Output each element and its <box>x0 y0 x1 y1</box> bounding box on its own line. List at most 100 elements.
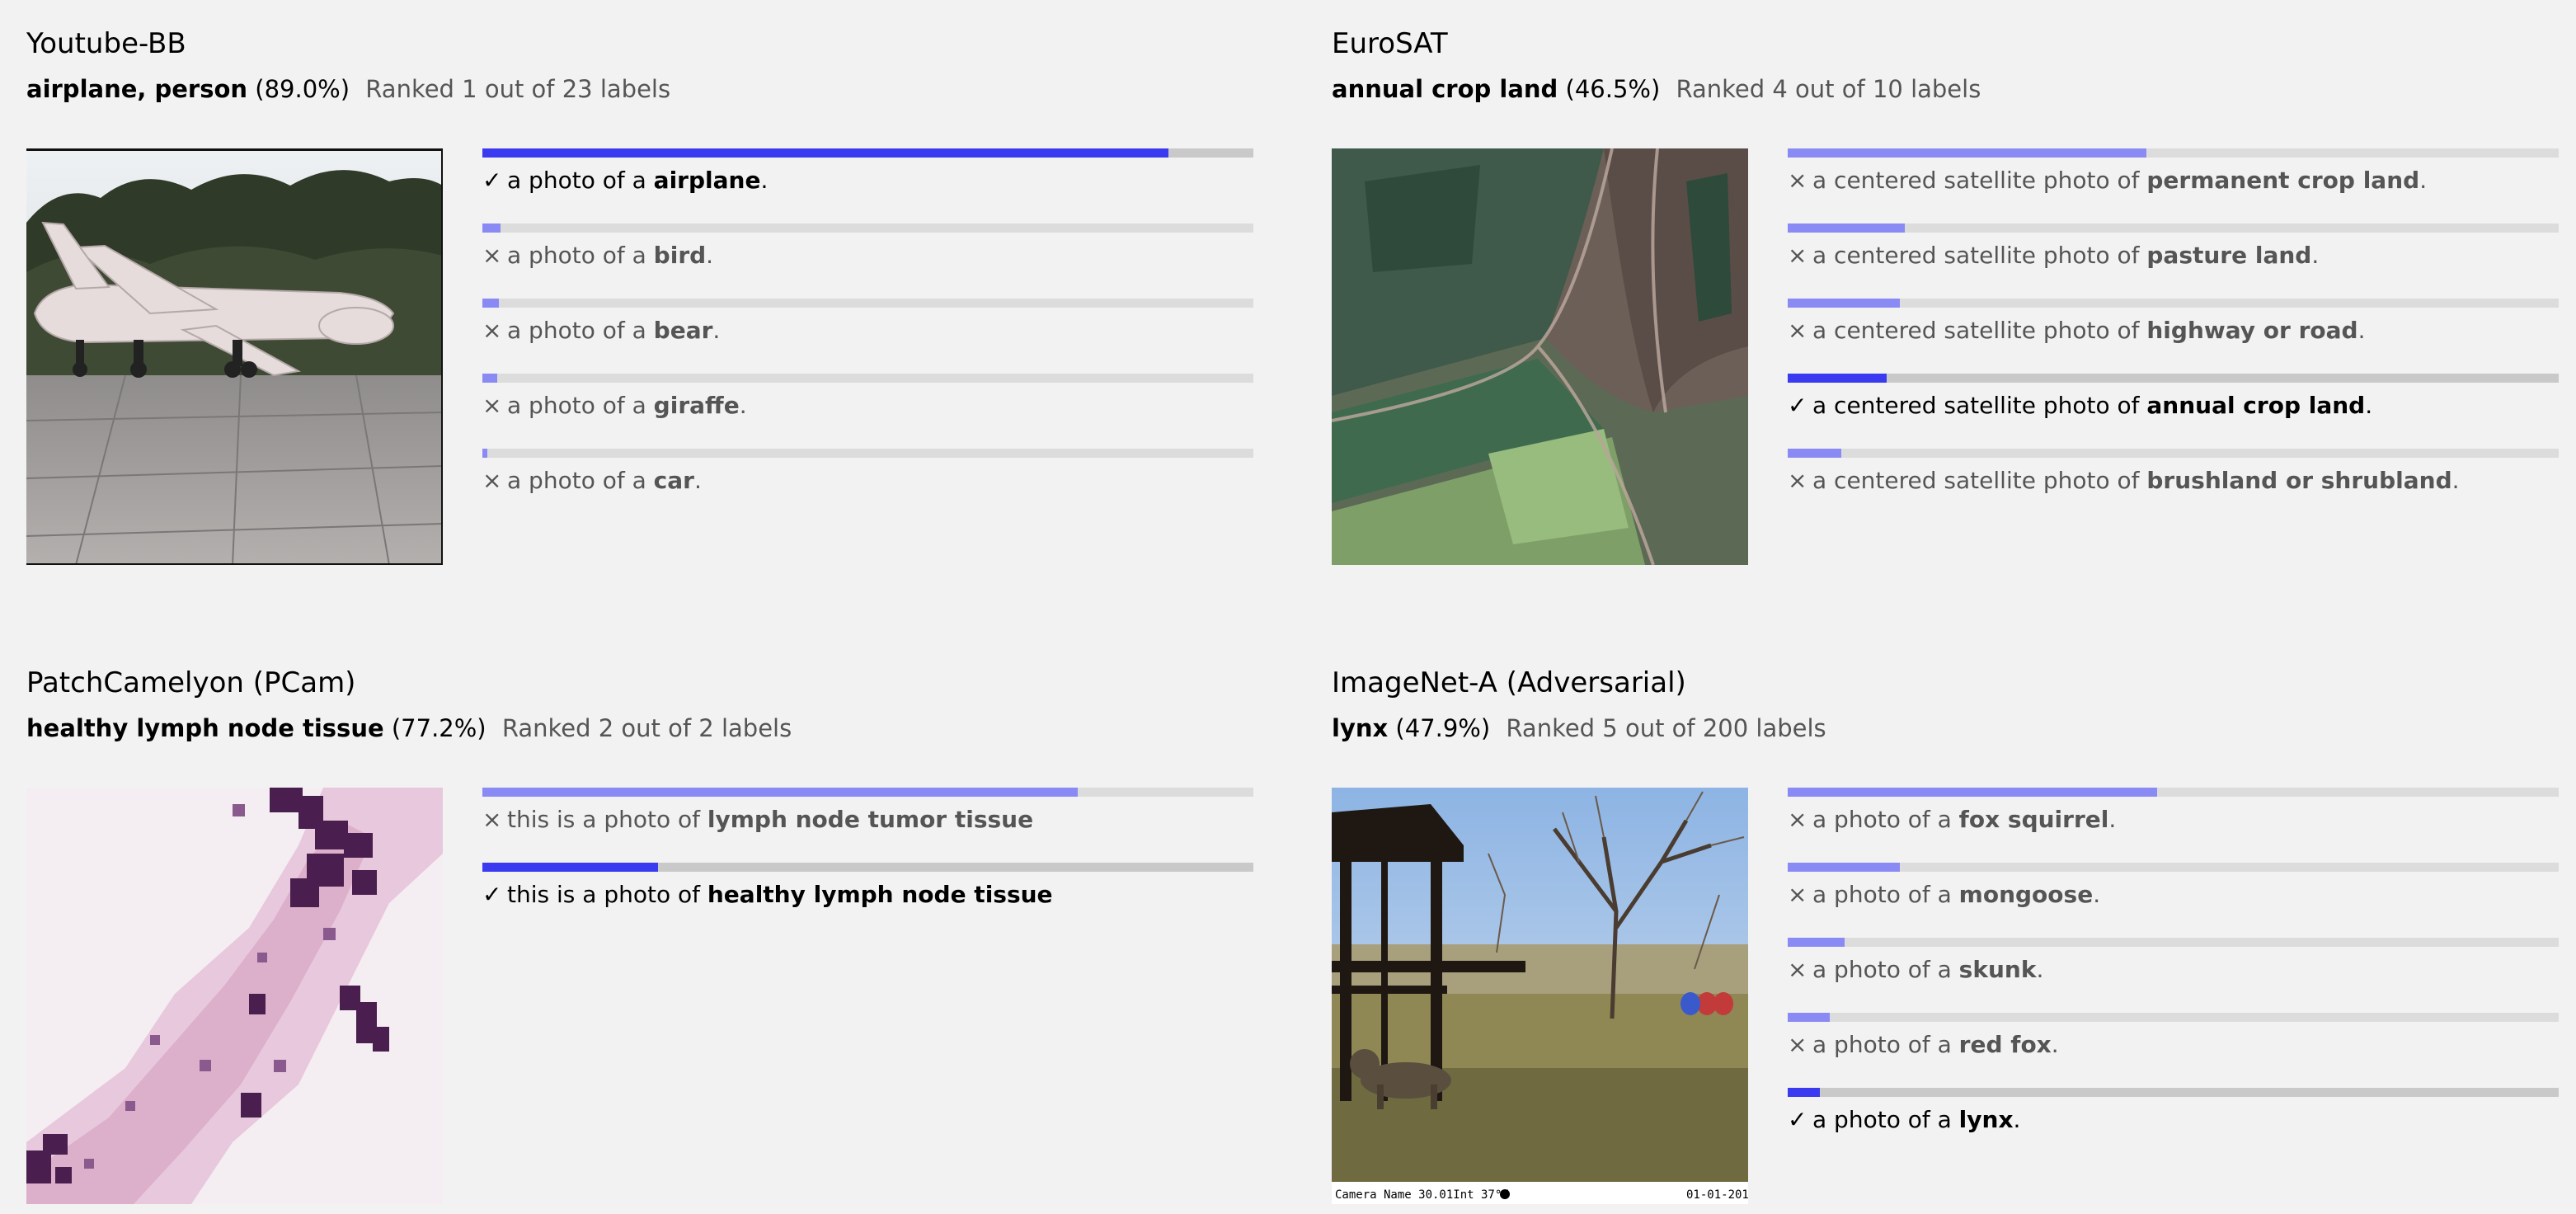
panel-title: ImageNet-A (Adversarial) <box>1332 666 1686 699</box>
camera-caption-left: Camera Name 30.01Int 37°F <box>1335 1188 1509 1202</box>
panel-patchcamelyon: PatchCamelyon (PCam) healthy lymph node … <box>26 664 1263 1214</box>
prediction-row: × a centered satellite photo of permanent… <box>1788 148 2559 214</box>
prompt-prefix: a centered satellite photo of <box>1812 242 2147 269</box>
cross-icon: × <box>1788 467 1807 494</box>
prompt-prefix: a photo of a <box>1812 881 1959 908</box>
score-bar-track <box>482 449 1253 458</box>
panel-summary: healthy lymph node tissue (77.2%) Ranked… <box>26 712 792 745</box>
prompt-suffix: . <box>2051 1031 2059 1058</box>
cross-icon: × <box>1788 956 1807 983</box>
lynx-photo: Camera Name 30.01Int 37°F 01-01-201 <box>1332 788 1748 1204</box>
prediction-row: × a photo of a bird. <box>482 224 1253 289</box>
prompt-suffix: . <box>706 242 714 269</box>
lynx-photo-art: Camera Name 30.01Int 37°F 01-01-201 <box>1332 788 1748 1204</box>
class-label: highway or road <box>2146 317 2358 344</box>
rank-text: Ranked 5 out of 200 labels <box>1506 714 1826 742</box>
prediction-row: × a photo of a car. <box>482 449 1253 515</box>
prompt-prefix: a centered satellite photo of <box>1812 392 2147 419</box>
score-bar-track <box>482 863 1253 872</box>
prompt-suffix: . <box>2013 1106 2021 1133</box>
top-answer: annual crop land <box>1332 75 1558 103</box>
class-label: giraffe <box>653 392 740 419</box>
prompt-prefix: a photo of a <box>507 242 654 269</box>
cross-icon: × <box>482 392 502 419</box>
panel-title: EuroSAT <box>1332 27 1448 60</box>
score-bar-track <box>1788 148 2559 158</box>
top-answer: airplane, person <box>26 75 248 103</box>
score-bar-track <box>1788 224 2559 233</box>
cross-icon: × <box>482 317 502 344</box>
prompt-prefix: this is a photo of <box>507 881 707 908</box>
class-label: airplane <box>653 167 761 194</box>
top-answer: healthy lymph node tissue <box>26 714 384 742</box>
score-bar-fill <box>482 224 501 233</box>
panel-imagenet-a: ImageNet-A (Adversarial) lynx (47.9%) Ra… <box>1332 664 2569 1214</box>
cross-icon: × <box>1788 317 1807 344</box>
panel-eurosat: EuroSAT annual crop land (46.5%) Ranked … <box>1332 25 2569 602</box>
rank-text: Ranked 2 out of 2 labels <box>501 714 792 742</box>
panel-title: Youtube-BB <box>26 27 186 60</box>
prompt-prefix: a centered satellite photo of <box>1812 467 2147 494</box>
class-label: pasture land <box>2146 242 2312 269</box>
prediction-row: × a photo of a fox squirrel. <box>1788 788 2559 854</box>
prompt-prefix: a photo of a <box>507 392 654 419</box>
camera-caption-right: 01-01-201 <box>1686 1188 1748 1202</box>
check-icon: ✓ <box>482 167 502 194</box>
class-label: skunk <box>1958 956 2037 983</box>
prediction-row: × a photo of a mongoose. <box>1788 863 2559 929</box>
prompt-prefix: a photo of a <box>1812 806 1959 833</box>
cross-icon: × <box>482 242 502 269</box>
score-bar-fill <box>482 374 497 383</box>
score-bar-fill <box>1788 148 2146 158</box>
score-bar-track <box>482 788 1253 797</box>
prompt-suffix: . <box>760 167 769 194</box>
prompt-prefix: a photo of a <box>1812 1031 1959 1058</box>
panel-title: PatchCamelyon (PCam) <box>26 666 356 699</box>
answer-percent: (47.9%) <box>1395 714 1491 742</box>
class-label: permanent crop land <box>2146 167 2420 194</box>
panel-summary: annual crop land (46.5%) Ranked 4 out of… <box>1332 73 1981 106</box>
score-bar-fill <box>482 299 499 308</box>
score-bar-fill <box>1788 1088 1821 1097</box>
prompt-prefix: a photo of a <box>507 167 654 194</box>
prompt-prefix: a photo of a <box>1812 1106 1959 1133</box>
cross-icon: × <box>482 467 502 494</box>
score-bar-fill <box>1788 788 2157 797</box>
prompt-suffix: . <box>2451 467 2460 494</box>
prediction-row: ✓ a photo of a airplane. <box>482 148 1253 214</box>
score-bar-fill <box>482 148 1169 158</box>
answer-percent: (89.0%) <box>255 75 350 103</box>
prediction-row: × a photo of a bear. <box>482 299 1253 365</box>
class-label: fox squirrel <box>1958 806 2109 833</box>
zero-shot-examples-grid: Youtube-BB airplane, person (89.0%) Rank… <box>0 0 2576 1214</box>
prompt-prefix: a centered satellite photo of <box>1812 317 2147 344</box>
tissue-photo-art <box>26 788 443 1204</box>
prompt-prefix: a photo of a <box>507 467 654 494</box>
score-bar-fill <box>1788 938 1845 947</box>
prompt-suffix: . <box>2036 956 2044 983</box>
rank-text: Ranked 4 out of 10 labels <box>1676 75 1981 103</box>
score-bar-track <box>1788 863 2559 872</box>
score-bar-track <box>482 148 1253 158</box>
score-bar-track <box>482 374 1253 383</box>
prompt-prefix: a photo of a <box>507 317 654 344</box>
score-bar-fill <box>1788 299 1900 308</box>
prompt-prefix: this is a photo of <box>507 806 707 833</box>
score-bar-track <box>1788 1088 2559 1097</box>
cross-icon: × <box>1788 242 1807 269</box>
score-bar-track <box>482 299 1253 308</box>
score-bar-track <box>1788 299 2559 308</box>
cross-icon: × <box>1788 806 1807 833</box>
score-bar-fill <box>1788 374 1887 383</box>
cross-icon: × <box>1788 881 1807 908</box>
class-label: lynx <box>1958 1106 2014 1133</box>
prompt-suffix: . <box>2365 392 2373 419</box>
prompt-suffix: . <box>693 467 702 494</box>
class-label: lymph node tumor tissue <box>707 806 1034 833</box>
class-label: healthy lymph node tissue <box>707 881 1053 908</box>
cross-icon: × <box>482 806 502 833</box>
answer-percent: (77.2%) <box>391 714 487 742</box>
prediction-row: × a photo of a skunk. <box>1788 938 2559 1004</box>
prediction-row: × a photo of a red fox. <box>1788 1013 2559 1079</box>
score-bar-fill <box>1788 863 1900 872</box>
